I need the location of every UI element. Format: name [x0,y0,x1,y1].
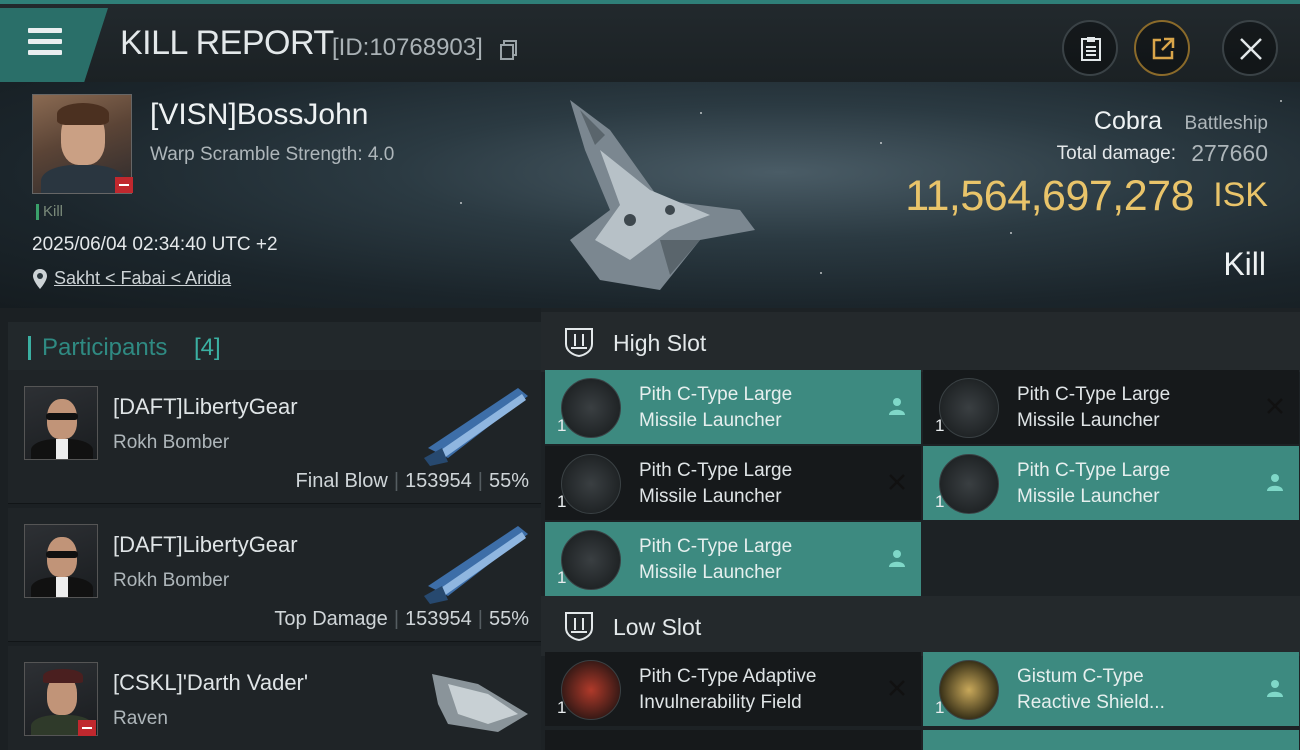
participant-ship: Rokh Bomber [113,432,230,453]
participants-panel: Participants [4] [DAFT]LibertyGear Rokh … [0,308,541,750]
participants-header: Participants [4] [8,322,541,374]
high-slot-label: High Slot [613,330,707,356]
victim-name[interactable]: [VISN]BossJohn [150,98,368,132]
person-icon [1267,474,1283,491]
x-icon [1267,398,1283,414]
location-pin-icon [33,269,47,289]
module-name: Pith C-Type Large [639,384,793,405]
participant-name: [DAFT]LibertyGear [113,532,298,557]
module-name: Pith C-Type Large [1017,384,1171,405]
module-card[interactable]: 1 Pith C-Type Adaptive Invulnerability Fi… [545,652,921,726]
isk-unit: ISK [1213,176,1268,214]
hostile-badge-icon [115,177,133,193]
module-card[interactable]: 1 Pith C-Type Large Missile Launcher [923,446,1299,520]
title-bar: KILL REPORT [ID:10768903] [0,0,1300,82]
participant-percent: 55% [488,608,529,630]
menu-button[interactable] [0,8,108,82]
participant-stats: Final Blow | 153954 | 55% [295,470,529,492]
module-card[interactable]: 1 Pith C-Type Large Missile Launcher [545,446,921,520]
close-button[interactable] [1222,20,1278,76]
clipboard-button[interactable] [1062,20,1118,76]
participant-row[interactable]: [CSKL]'Darth Vader' Raven [8,646,541,750]
participant-name: [CSKL]'Darth Vader' [113,670,309,695]
module-name: Pith C-Type Adaptive [639,666,817,687]
report-id: [ID:10768903] [332,34,483,61]
total-damage-value: 277660 [1191,140,1268,166]
participant-percent: 55% [488,470,529,492]
person-icon [1267,680,1283,697]
hostile-badge-icon [78,720,96,736]
low-slot-header: Low Slot [541,596,1300,656]
participant-row[interactable]: [DAFT]LibertyGear Rokh Bomber Final Blow… [8,370,541,504]
missile-launcher-icon [561,454,621,514]
participant-ship: Raven [113,708,168,729]
module-name: Pith C-Type Large [639,460,793,481]
high-slot-icon [565,328,593,358]
module-card[interactable]: 1 Pith C-Type Large Missile Launcher [545,370,921,444]
module-qty: 1 [557,416,567,435]
victim-subtitle: Warp Scramble Strength: 4.0 [150,144,395,165]
clipboard-icon [1081,37,1101,61]
kill-datetime: 2025/06/04 02:34:40 UTC +2 [32,234,278,255]
participant-ship-image [424,388,528,466]
participant-avatar[interactable] [24,386,98,460]
person-icon [889,398,905,415]
share-icon [1152,37,1175,60]
module-qty: 1 [935,698,945,717]
victim-ship-name[interactable]: Cobra [1094,107,1162,136]
participants-title: Participants [42,334,168,361]
module-name: Pith C-Type Large [1017,460,1171,481]
module-card[interactable] [923,730,1299,750]
x-icon [889,680,905,696]
participant-row[interactable]: [DAFT]LibertyGear Rokh Bomber Top Damage… [8,508,541,642]
participant-ship-image [432,674,528,732]
page-title: KILL REPORT [120,24,334,62]
participant-role: Top Damage [274,608,388,630]
low-slot-icon [565,612,593,642]
kill-location-link[interactable]: Sakht < Fabai < Aridia [54,268,231,289]
kill-tag: Kill [36,204,63,220]
module-card[interactable]: 1 Gistum C-Type Reactive Shield... [923,652,1299,726]
participant-ship-image [424,526,528,604]
module-qty: 1 [557,698,567,717]
shield-module-icon [939,660,999,720]
x-icon [889,474,905,490]
participant-stats: Top Damage | 153954 | 55% [274,608,529,630]
participant-avatar[interactable] [24,524,98,598]
missile-launcher-icon [939,454,999,514]
copy-icon[interactable] [500,40,518,60]
module-card[interactable]: 1 Pith C-Type Large Missile Launcher [545,522,921,596]
high-slot-header: High Slot [541,312,1300,372]
share-button[interactable] [1134,20,1190,76]
module-name: Pith C-Type Large [639,536,793,557]
module-qty: 1 [557,568,567,587]
participant-ship: Rokh Bomber [113,570,230,591]
total-damage-label: Total damage: [1056,143,1176,164]
module-qty: 1 [935,492,945,511]
participant-role: Final Blow [295,470,388,492]
low-slot-label: Low Slot [613,614,702,640]
missile-launcher-icon [561,378,621,438]
isk-value: 11,564,697,278 [905,172,1194,220]
person-icon [889,550,905,567]
module-card[interactable] [545,730,921,750]
participant-damage: 153954 [405,608,472,630]
participant-name: [DAFT]LibertyGear [113,394,298,419]
participants-count: [4] [194,334,221,361]
victim-ship-class: Battleship [1184,113,1268,134]
missile-launcher-icon [561,530,621,590]
module-qty: 1 [557,492,567,511]
victim-ship-image [570,100,755,290]
module-name: Gistum C-Type [1017,666,1144,687]
missile-launcher-icon [939,378,999,438]
fitting-panel: High Slot 1 Pith C-Type Large Missile Lau… [541,308,1300,750]
participant-damage: 153954 [405,470,472,492]
shield-module-icon [561,660,621,720]
result-label: Kill [1223,246,1266,282]
module-qty: 1 [935,416,945,435]
module-card[interactable]: 1 Pith C-Type Large Missile Launcher [923,370,1299,444]
close-icon [1240,38,1262,60]
hamburger-icon [28,28,62,33]
